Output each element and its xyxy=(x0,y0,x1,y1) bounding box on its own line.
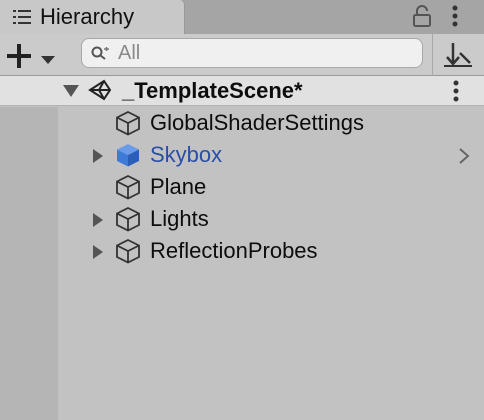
hierarchy-toolbar xyxy=(0,34,484,76)
scene-name: _TemplateScene* xyxy=(122,78,303,103)
chevron-down-icon xyxy=(40,52,56,70)
lock-icon[interactable] xyxy=(412,5,432,32)
tab-title: Hierarchy xyxy=(40,4,135,29)
gameobject-cube-icon xyxy=(115,110,141,141)
kebab-menu-icon[interactable] xyxy=(448,4,462,33)
sort-button[interactable] xyxy=(440,39,476,71)
tree-row-globalshadersettings[interactable]: GlobalShaderSettings xyxy=(58,107,484,139)
indent-gutter xyxy=(0,107,58,420)
tree-item-label: Plane xyxy=(150,174,207,199)
add-object-button[interactable] xyxy=(6,40,60,70)
unity-scene-icon xyxy=(88,78,114,107)
tab-bar: Hierarchy xyxy=(0,0,484,34)
scene-header[interactable]: _TemplateScene* xyxy=(0,76,484,106)
sort-icon xyxy=(440,43,476,75)
tab-hierarchy[interactable]: Hierarchy xyxy=(0,0,185,34)
gameobject-cube-icon xyxy=(115,174,141,205)
chevron-right-icon[interactable] xyxy=(458,147,470,170)
expand-arrow-icon[interactable] xyxy=(92,244,104,265)
tree-row-plane[interactable]: Plane xyxy=(58,171,484,203)
scene-menu-icon[interactable] xyxy=(449,79,463,108)
gameobject-cube-icon xyxy=(115,206,141,237)
list-icon xyxy=(13,9,31,30)
expand-arrow-icon[interactable] xyxy=(62,84,80,103)
prefab-cube-icon xyxy=(115,142,141,173)
toolbar-divider xyxy=(432,34,433,76)
tree-row-reflectionprobes[interactable]: ReflectionProbes xyxy=(58,235,484,267)
search-field[interactable] xyxy=(81,38,423,68)
tree-item-label: GlobalShaderSettings xyxy=(150,110,365,135)
expand-arrow-icon[interactable] xyxy=(92,212,104,233)
gameobject-cube-icon xyxy=(115,238,141,269)
search-input[interactable] xyxy=(118,39,408,67)
tree-row-skybox[interactable]: Skybox xyxy=(58,139,484,171)
tree-item-label: Lights xyxy=(150,206,209,231)
plus-icon xyxy=(6,43,32,74)
expand-arrow-icon[interactable] xyxy=(92,148,104,169)
search-icon xyxy=(91,46,111,67)
tree-item-label: Skybox xyxy=(150,142,223,167)
tree-row-lights[interactable]: Lights xyxy=(58,203,484,235)
tree-item-label: ReflectionProbes xyxy=(150,238,318,263)
